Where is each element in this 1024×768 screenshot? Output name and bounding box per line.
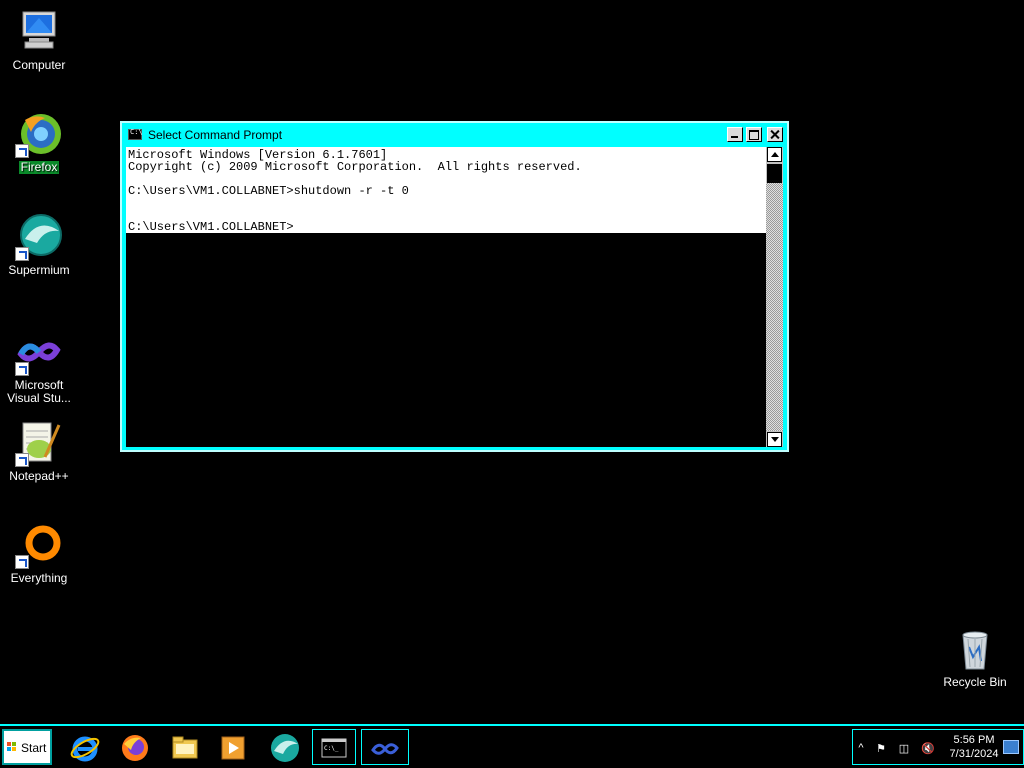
visual-studio-icon (371, 743, 399, 755)
console-selection: Microsoft Windows [Version 6.1.7601] Cop… (126, 147, 766, 233)
title-bar[interactable]: Select Command Prompt (124, 125, 785, 145)
recycle-bin-icon (951, 625, 999, 673)
desktop-icon-label: Microsoft Visual Stu... (7, 378, 71, 405)
taskbar: Start C:\_ ^ ⚑ ◫ 🔇 5:56 PM 7/31/2024 (0, 724, 1024, 768)
supermium-icon (271, 734, 299, 762)
scroll-up-button[interactable] (767, 147, 782, 162)
desktop-icon-recycle-bin[interactable]: Recycle Bin (937, 625, 1013, 689)
command-prompt-window[interactable]: Select Command Prompt Microsoft Windows … (120, 121, 789, 452)
taskbar-firefox[interactable] (113, 729, 157, 765)
visual-studio-icon (15, 328, 63, 376)
shortcut-arrow-icon (15, 247, 29, 261)
console-output: Microsoft Windows [Version 6.1.7601] Cop… (128, 148, 582, 234)
firefox-icon (122, 735, 148, 761)
scroll-track[interactable] (766, 183, 783, 431)
maximize-button[interactable] (746, 127, 762, 142)
shortcut-arrow-icon (15, 555, 29, 569)
taskbar-media-player[interactable] (211, 729, 255, 765)
command-prompt-icon: C:\_ (321, 738, 347, 758)
desktop-icon-computer[interactable]: Computer (1, 8, 77, 72)
notepad-plus-plus-icon (15, 419, 63, 467)
shortcut-arrow-icon (15, 362, 29, 376)
show-desktop-icon[interactable] (1003, 740, 1019, 754)
windows-logo-icon (7, 742, 17, 752)
show-hidden-icons-icon[interactable]: ^ (855, 742, 867, 754)
console-area[interactable]: Microsoft Windows [Version 6.1.7601] Cop… (126, 147, 766, 447)
folder-icon (172, 736, 198, 759)
computer-icon (15, 8, 63, 56)
taskbar-command-prompt[interactable]: C:\_ (312, 729, 356, 765)
taskbar-internet-explorer[interactable] (63, 729, 107, 765)
svg-text:C:\_: C:\_ (324, 745, 339, 752)
clock-date: 7/31/2024 (949, 748, 999, 760)
shortcut-arrow-icon (15, 453, 29, 467)
close-button[interactable] (767, 127, 783, 142)
system-tray: ^ ⚑ ◫ 🔇 5:56 PM 7/31/2024 (852, 729, 1024, 765)
volume-muted-icon[interactable]: 🔇 (921, 742, 935, 755)
firefox-icon (15, 110, 63, 158)
internet-explorer-icon (70, 736, 100, 762)
taskbar-visual-studio[interactable] (361, 729, 409, 765)
taskbar-supermium[interactable] (263, 729, 307, 765)
action-center-flag-icon[interactable]: ⚑ (875, 742, 887, 755)
desktop-icon-label: Firefox (18, 160, 60, 174)
desktop-icon-label: Recycle Bin (943, 675, 1007, 689)
media-player-icon (221, 736, 245, 760)
supermium-icon (15, 213, 63, 261)
taskbar-file-explorer[interactable] (163, 729, 207, 765)
shortcut-arrow-icon (15, 144, 29, 158)
scroll-down-button[interactable] (767, 432, 782, 447)
network-icon[interactable]: ◫ (898, 742, 910, 755)
vertical-scrollbar[interactable] (766, 147, 783, 447)
desktop-icon-everything[interactable]: Everything (1, 521, 77, 585)
start-button[interactable]: Start (2, 729, 52, 765)
clock-time: 5:56 PM (953, 734, 995, 746)
desktop-icon-label: Everything (10, 571, 68, 585)
window-title: Select Command Prompt (148, 128, 283, 142)
everything-icon (15, 521, 63, 569)
scroll-thumb[interactable] (767, 164, 782, 184)
minimize-button[interactable] (727, 127, 743, 142)
desktop-icon-label: Computer (12, 58, 66, 72)
console-icon (128, 128, 143, 140)
start-label: Start (21, 741, 47, 755)
desktop-icon-label: Notepad++ (9, 469, 69, 483)
desktop-icon-firefox[interactable]: Firefox (1, 110, 77, 174)
desktop-icon-notepad-plus-plus[interactable]: Notepad++ (1, 419, 77, 483)
desktop-icon-label: Supermium (8, 263, 70, 277)
desktop-icon-supermium[interactable]: Supermium (1, 213, 77, 277)
clock[interactable]: 5:56 PM 7/31/2024 (943, 733, 1005, 761)
desktop-icon-visual-studio[interactable]: Microsoft Visual Stu... (1, 328, 77, 405)
